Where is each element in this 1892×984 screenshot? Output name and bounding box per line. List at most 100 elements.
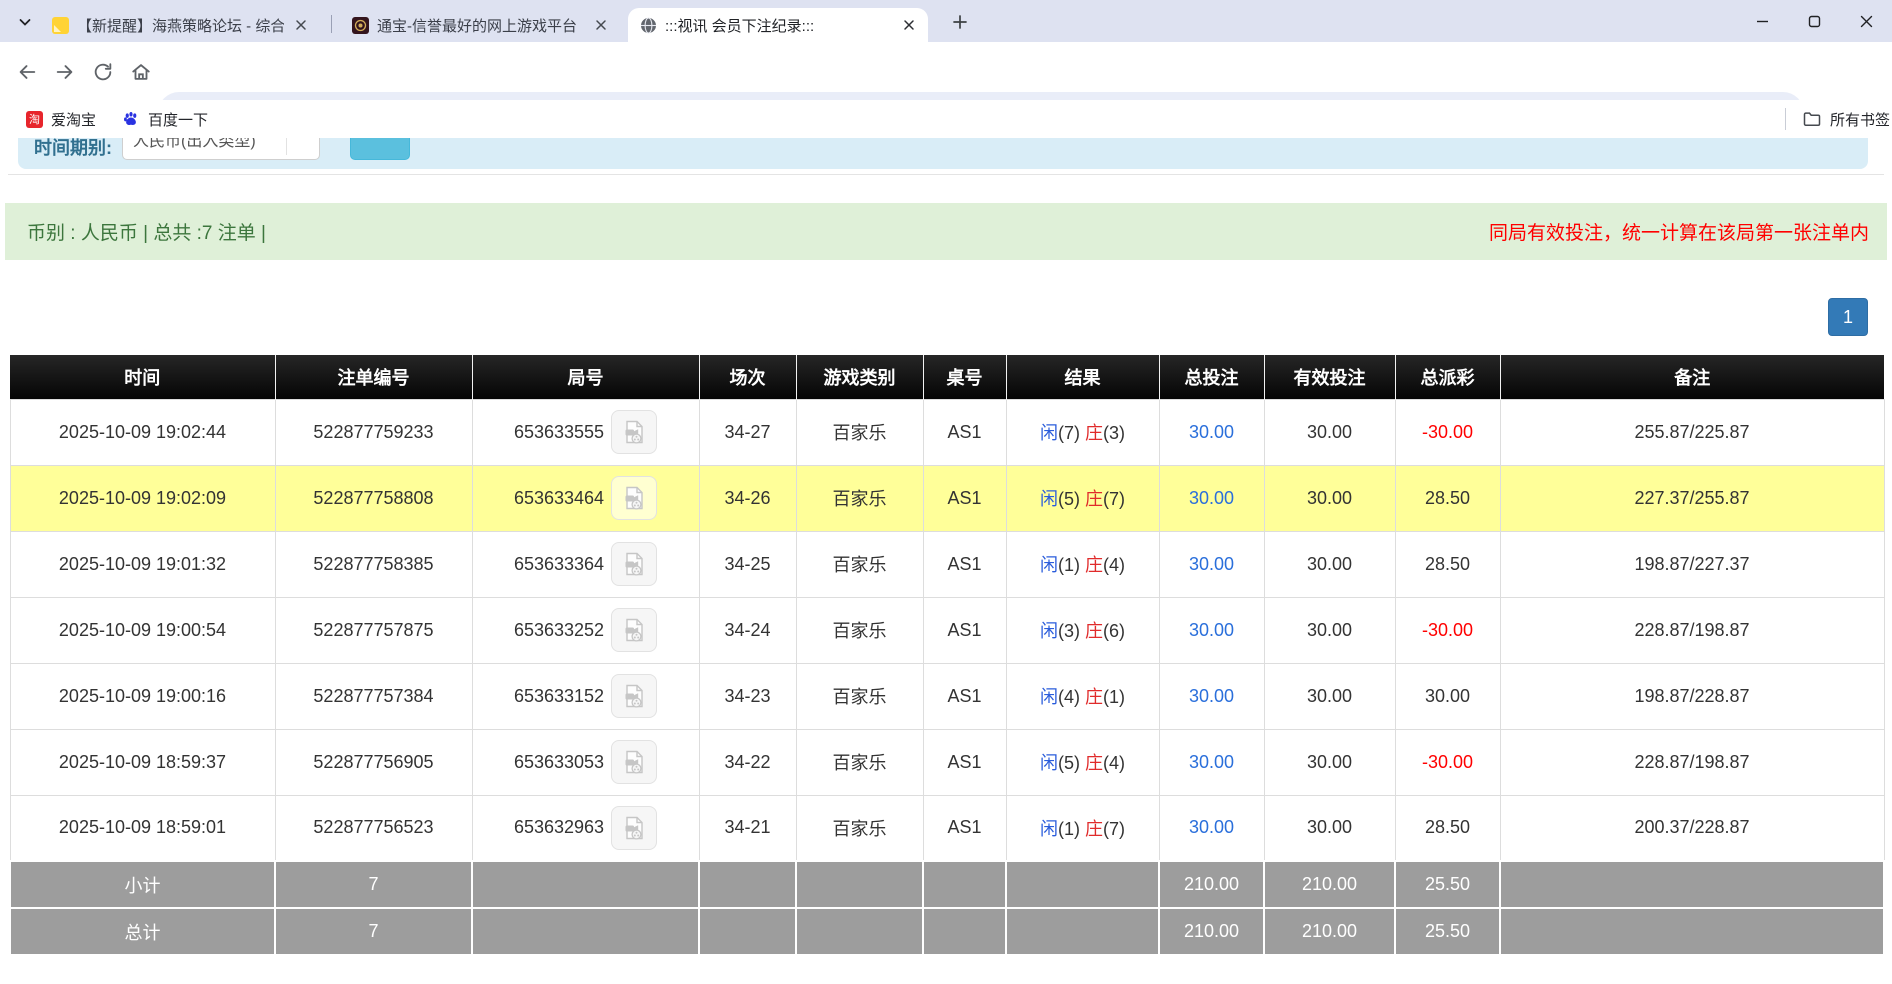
baidu-paw-icon — [122, 110, 140, 128]
row-total-bet: 30.00 — [1159, 465, 1264, 531]
all-bookmarks-button[interactable]: 所有书签 — [1785, 100, 1892, 138]
row-result: 闲(5) 庄(4) — [1006, 729, 1159, 795]
back-button[interactable] — [14, 59, 40, 85]
close-window-button[interactable] — [1840, 0, 1892, 42]
row-session: 34-24 — [699, 597, 796, 663]
row-total-bet: 30.00 — [1159, 597, 1264, 663]
total-bet-link[interactable]: 30.00 — [1189, 488, 1234, 508]
row-result: 闲(3) 庄(6) — [1006, 597, 1159, 663]
bookmark-label: 爱淘宝 — [51, 109, 96, 130]
total-bet-link[interactable]: 30.00 — [1189, 817, 1234, 837]
reload-button[interactable] — [90, 59, 116, 85]
table-footer-row: 总计7210.00210.0025.50 — [10, 908, 1884, 955]
tab-divider — [331, 15, 332, 33]
row-round-number: 653633364 — [472, 531, 699, 597]
video-file-icon — [621, 617, 647, 643]
folder-icon — [1802, 109, 1822, 129]
row-payout: -30.00 — [1395, 597, 1500, 663]
row-round-number: 653633252 — [472, 597, 699, 663]
row-round-number: 653633152 — [472, 663, 699, 729]
row-game-type: 百家乐 — [796, 795, 923, 861]
row-table-number: AS1 — [923, 795, 1006, 861]
row-time: 2025-10-09 19:02:44 — [10, 399, 275, 465]
row-time: 2025-10-09 19:02:09 — [10, 465, 275, 531]
bookmark-baidu[interactable]: 百度一下 — [122, 109, 208, 130]
row-bet-number: 522877756905 — [275, 729, 472, 795]
total-bet-link[interactable]: 30.00 — [1189, 554, 1234, 574]
total-bet-link[interactable]: 30.00 — [1189, 752, 1234, 772]
close-tab-icon[interactable] — [900, 16, 918, 34]
total-bet-link[interactable]: 30.00 — [1189, 686, 1234, 706]
row-note: 227.37/255.87 — [1500, 465, 1884, 531]
row-valid-bet: 30.00 — [1264, 795, 1395, 861]
column-header: 游戏类别 — [796, 355, 923, 399]
row-game-type: 百家乐 — [796, 663, 923, 729]
row-note: 255.87/225.87 — [1500, 399, 1884, 465]
close-tab-icon[interactable] — [292, 16, 310, 34]
row-result: 闲(4) 庄(1) — [1006, 663, 1159, 729]
maximize-button[interactable] — [1788, 0, 1840, 42]
summary-notice: 同局有效投注，统一计算在该局第一张注单内 — [1489, 218, 1869, 245]
row-payout: 28.50 — [1395, 531, 1500, 597]
new-tab-button[interactable] — [948, 10, 972, 34]
footer-valid-bet: 210.00 — [1264, 861, 1395, 908]
row-session: 34-27 — [699, 399, 796, 465]
video-replay-button[interactable] — [611, 608, 657, 652]
row-note: 228.87/198.87 — [1500, 597, 1884, 663]
row-payout: -30.00 — [1395, 729, 1500, 795]
row-bet-number: 522877759233 — [275, 399, 472, 465]
video-replay-button[interactable] — [611, 542, 657, 586]
row-session: 34-26 — [699, 465, 796, 531]
bookmark-taobao[interactable]: 淘 爱淘宝 — [26, 109, 96, 130]
footer-count: 7 — [275, 861, 472, 908]
bookmark-label: 百度一下 — [148, 109, 208, 130]
video-replay-button[interactable] — [611, 410, 657, 454]
close-tab-icon[interactable] — [592, 16, 610, 34]
forward-button[interactable] — [52, 59, 78, 85]
table-row: 2025-10-09 19:01:32522877758385653633364… — [10, 531, 1884, 597]
tab-forum[interactable]: 【新提醒】海燕策略论坛 - 综合 — [40, 8, 320, 42]
tab-search-button[interactable] — [14, 11, 36, 33]
video-replay-button[interactable] — [611, 476, 657, 520]
page-1-button[interactable]: 1 — [1828, 298, 1868, 336]
row-table-number: AS1 — [923, 663, 1006, 729]
summary-text: 币别 : 人民币 | 总共 :7 注单 | — [27, 218, 266, 245]
row-result: 闲(5) 庄(7) — [1006, 465, 1159, 531]
row-bet-number: 522877757875 — [275, 597, 472, 663]
row-bet-number: 522877757384 — [275, 663, 472, 729]
select-value: 人民币(出入类型) — [133, 138, 256, 151]
row-game-type: 百家乐 — [796, 399, 923, 465]
total-bet-link[interactable]: 30.00 — [1189, 422, 1234, 442]
row-table-number: AS1 — [923, 729, 1006, 795]
total-bet-link[interactable]: 30.00 — [1189, 620, 1234, 640]
row-game-type: 百家乐 — [796, 729, 923, 795]
tab-title: :::视讯 会员下注纪录::: — [665, 15, 892, 36]
row-result: 闲(7) 庄(3) — [1006, 399, 1159, 465]
row-time: 2025-10-09 19:00:54 — [10, 597, 275, 663]
search-button[interactable] — [350, 138, 410, 160]
globe-favicon-icon — [640, 17, 657, 34]
table-footer-row: 小计7210.00210.0025.50 — [10, 861, 1884, 908]
video-replay-button[interactable] — [611, 740, 657, 784]
minimize-button[interactable] — [1736, 0, 1788, 42]
tab-bet-records-active[interactable]: :::视讯 会员下注纪录::: — [628, 8, 928, 42]
video-replay-button[interactable] — [611, 674, 657, 718]
column-header: 时间 — [10, 355, 275, 399]
tab-tongbao[interactable]: 通宝-信誉最好的网上游戏平台 — [340, 8, 620, 42]
row-time: 2025-10-09 18:59:01 — [10, 795, 275, 861]
currency-type-select[interactable]: 人民币(出入类型) — [122, 138, 320, 160]
row-payout: 30.00 — [1395, 663, 1500, 729]
video-file-icon — [621, 683, 647, 709]
bookmarks-divider — [1785, 108, 1786, 130]
column-header: 场次 — [699, 355, 796, 399]
row-session: 34-22 — [699, 729, 796, 795]
row-payout: 28.50 — [1395, 465, 1500, 531]
column-header: 总投注 — [1159, 355, 1264, 399]
row-table-number: AS1 — [923, 399, 1006, 465]
home-button[interactable] — [128, 59, 154, 85]
video-replay-button[interactable] — [611, 806, 657, 850]
row-bet-number: 522877758385 — [275, 531, 472, 597]
column-header: 备注 — [1500, 355, 1884, 399]
row-result: 闲(1) 庄(7) — [1006, 795, 1159, 861]
footer-payout: 25.50 — [1395, 861, 1500, 908]
